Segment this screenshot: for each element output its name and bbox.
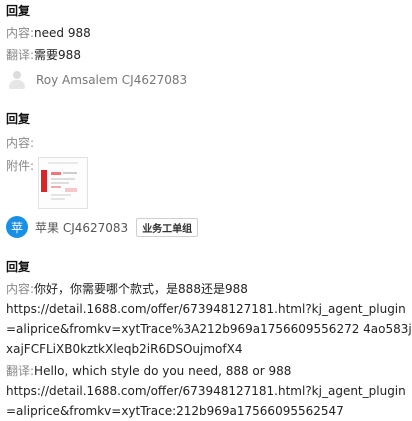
content-link[interactable]: https://detail.1688.com/offer/6739481271… <box>6 302 412 356</box>
message-title: 回复 <box>6 112 31 126</box>
content-text: 你好，你需要哪个款式，是888还是988 <box>34 282 248 296</box>
message-1: 回复 内容: need 988 翻译: 需要988 Roy Amsalem CJ… <box>6 2 412 89</box>
sender-name: Roy Amsalem CJ4627083 <box>36 73 188 87</box>
content-label: 内容: <box>6 136 35 150</box>
translation-block: 翻译:Hello, which style do you need, 888 o… <box>6 361 412 421</box>
image-preview-icon <box>39 158 88 208</box>
content-row: 内容: need 988 <box>6 24 412 43</box>
attachment-row: 附件: <box>6 157 412 209</box>
content-block: 内容:你好，你需要哪个款式，是888还是988 https://detail.1… <box>6 279 412 359</box>
content-text: need 988 <box>34 26 91 40</box>
translation-text: 需要988 <box>34 48 81 62</box>
translation-text: Hello, which style do you need, 888 or 9… <box>34 364 292 378</box>
avatar: 苹 <box>6 216 28 238</box>
sender: Roy Amsalem CJ4627083 <box>8 71 412 89</box>
group-badge: 业务工单组 <box>136 217 199 237</box>
message-title: 回复 <box>6 4 31 18</box>
content-label: 内容: <box>6 282 35 296</box>
message-3: 回复 内容:你好，你需要哪个款式，是888还是988 https://detai… <box>6 258 412 421</box>
content-row: 内容: <box>6 134 412 153</box>
translation-label: 翻译: <box>6 364 35 378</box>
message-title: 回复 <box>6 260 31 274</box>
translation-row: 翻译: 需要988 <box>6 46 412 65</box>
content-label: 内容: <box>6 26 35 40</box>
translation-link[interactable]: https://detail.1688.com/offer/6739481271… <box>6 384 406 418</box>
sender-name: 苹果 CJ4627083 <box>35 220 129 235</box>
message-2: 回复 内容: 附件: 苹 苹果 CJ4627083 业务工单组 <box>6 110 412 238</box>
attachment-thumbnail[interactable] <box>38 157 89 209</box>
translation-label: 翻译: <box>6 48 35 62</box>
sender: 苹 苹果 CJ4627083 业务工单组 <box>6 216 412 238</box>
attachment-label: 附件: <box>6 159 35 173</box>
avatar-placeholder-icon <box>8 71 26 89</box>
